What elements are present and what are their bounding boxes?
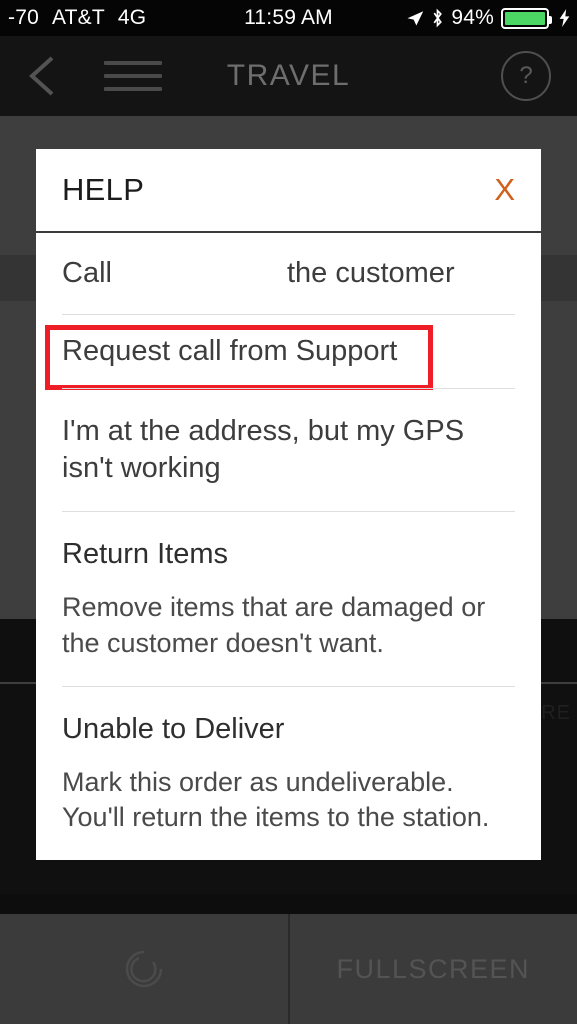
help-option-inner: Return Items Remove items that are damage… <box>62 511 515 685</box>
battery-icon <box>501 7 552 29</box>
call-row: Call the customer <box>62 257 515 290</box>
help-option-title: Return Items <box>62 538 228 571</box>
help-option-gps-not-working[interactable]: I'm at the address, but my GPS isn't wor… <box>36 388 541 511</box>
help-option-title: I'm at the address, but my GPS isn't wor… <box>62 415 465 485</box>
help-option-inner: Unable to Deliver Mark this order as unde… <box>62 685 515 860</box>
phone-screen: HERE -70 AT&T 4G 11:59 AM 94% TRAVEL ? F… <box>0 0 577 1024</box>
help-option-request-call-from-support[interactable]: Request call from Support <box>36 314 541 390</box>
question-mark-icon: ? <box>519 62 533 89</box>
help-option-title: Unable to Deliver <box>62 712 285 745</box>
help-option-inner: Call the customer <box>62 233 515 314</box>
help-option-inner: I'm at the address, but my GPS isn't wor… <box>62 388 515 511</box>
close-icon[interactable]: X <box>494 172 515 208</box>
help-option-call-the-customer[interactable]: Call the customer <box>36 233 541 314</box>
fullscreen-button[interactable]: FULLSCREEN <box>287 914 577 1024</box>
help-button[interactable]: ? <box>501 51 551 101</box>
loading-button[interactable] <box>0 914 288 1024</box>
help-modal: HELP X Call the customer Request call from… <box>36 149 541 861</box>
loading-spinner-icon <box>122 947 166 991</box>
modal-header: HELP X <box>36 149 541 233</box>
battery-percent-label: 94% <box>451 6 494 29</box>
modal-option-list: Call the customer Request call from Suppor… <box>36 233 541 860</box>
help-option-title: Request call from Support <box>62 335 398 367</box>
status-bar: -70 AT&T 4G 11:59 AM 94% <box>0 0 577 36</box>
help-option-description: Remove items that are damaged or the cus… <box>62 592 486 659</box>
help-option-return-items[interactable]: Return Items Remove items that are damage… <box>36 511 541 685</box>
location-arrow-icon <box>406 9 424 27</box>
navigation-bar: TRAVEL ? <box>0 36 577 116</box>
lightning-bolt-icon <box>558 8 571 28</box>
bottom-bar: FULLSCREEN <box>0 914 577 1024</box>
help-option-description: Mark this order as undeliverable. You'll… <box>62 766 490 833</box>
fullscreen-label: FULLSCREEN <box>336 953 531 984</box>
bluetooth-icon <box>431 8 444 28</box>
modal-title: HELP <box>62 172 145 207</box>
call-action-label: Call <box>62 257 112 289</box>
call-target-label: the customer <box>286 257 455 289</box>
help-option-inner: Request call from Support <box>62 314 515 388</box>
help-option-unable-to-deliver[interactable]: Unable to Deliver Mark this order as unde… <box>36 685 541 860</box>
status-bar-right: 94% <box>406 6 571 30</box>
page-title: TRAVEL <box>226 59 351 92</box>
